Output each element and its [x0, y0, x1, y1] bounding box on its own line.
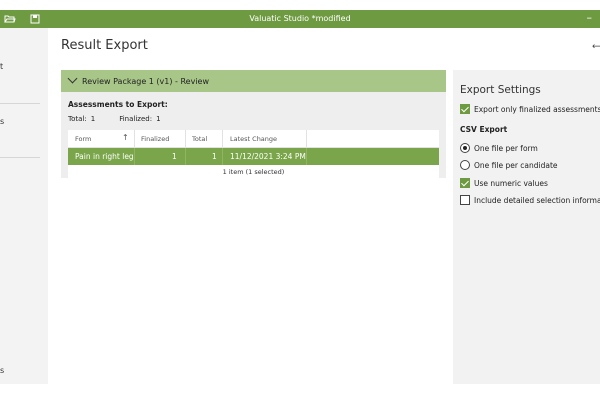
table-header: Form ↑ Finalized Total Latest Change [68, 130, 439, 148]
finalized-label: Finalized: [119, 115, 153, 123]
total-label: Total: [68, 115, 87, 123]
review-package-header[interactable]: Review Package 1 (v1) - Review [61, 70, 446, 92]
use-numeric-values-checkbox[interactable] [460, 178, 470, 188]
export-only-finalized-checkbox[interactable] [460, 104, 470, 114]
review-package-panel: Review Package 1 (v1) - Review Assessmen… [61, 70, 446, 178]
export-settings-title: Export Settings [460, 84, 541, 96]
column-header-finalized[interactable]: Finalized [141, 135, 169, 143]
sidebar-item-1[interactable]: t [0, 62, 3, 71]
main-content: Result Export Review Package 1 (v1) - Re… [48, 28, 453, 384]
one-file-per-form-radio[interactable] [460, 143, 470, 153]
sidebar-item-3[interactable]: s [0, 366, 4, 375]
back-arrow-icon[interactable]: ⟵ [592, 42, 600, 52]
sort-ascending-icon[interactable]: ↑ [122, 133, 129, 142]
one-file-per-candidate-radio[interactable] [460, 160, 470, 170]
cell-divider [306, 148, 307, 165]
include-detailed-selection-label[interactable]: Include detailed selection information [474, 196, 600, 205]
page-title: Result Export [61, 38, 148, 53]
cell-divider [222, 148, 223, 165]
table-status: 1 item (1 selected) [222, 168, 285, 176]
assessments-table: Form ↑ Finalized Total Latest Change Pai… [68, 130, 439, 178]
cell-form: Pain in right leg [75, 152, 134, 161]
cell-divider [185, 148, 186, 165]
column-header-total[interactable]: Total [192, 135, 207, 143]
column-header-latest-change[interactable]: Latest Change [230, 135, 277, 143]
total-value: 1 [90, 115, 96, 123]
column-divider [222, 130, 223, 147]
one-file-per-candidate-label[interactable]: One file per candidate [474, 161, 558, 170]
table-row[interactable]: Pain in right leg 1 1 11/12/2021 3:24 PM [68, 148, 439, 165]
csv-export-heading: CSV Export [460, 125, 508, 134]
finalized-value: 1 [156, 115, 161, 123]
title-bar: Valuatic Studio *modified – [0, 10, 600, 28]
column-divider [306, 130, 307, 147]
minimize-button[interactable]: – [587, 11, 593, 24]
export-only-finalized-label[interactable]: Export only finalized assessments [474, 105, 600, 114]
sidebar-divider [0, 103, 40, 104]
review-package-title: Review Package 1 (v1) - Review [82, 77, 210, 86]
cell-finalized: 1 [172, 152, 177, 161]
assessment-counts: Total: 1 Finalized: 1 [68, 115, 165, 123]
use-numeric-values-label[interactable]: Use numeric values [474, 179, 548, 188]
one-file-per-form-label[interactable]: One file per form [474, 144, 538, 153]
cell-divider [134, 148, 135, 165]
export-settings-panel: Export Settings Export only finalized as… [453, 70, 600, 384]
include-detailed-selection-checkbox[interactable] [460, 195, 470, 205]
cell-latest-change: 11/12/2021 3:24 PM [230, 152, 306, 161]
chevron-down-icon [67, 73, 78, 84]
cell-total: 1 [212, 152, 217, 161]
sidebar-item-2[interactable]: s [0, 117, 4, 126]
column-header-form[interactable]: Form [75, 135, 91, 143]
assessments-label: Assessments to Export: [68, 100, 168, 109]
column-divider [134, 130, 135, 147]
column-divider [185, 130, 186, 147]
sidebar: t s s [0, 28, 48, 384]
window-title: Valuatic Studio *modified [249, 14, 351, 23]
sidebar-divider [0, 157, 40, 158]
